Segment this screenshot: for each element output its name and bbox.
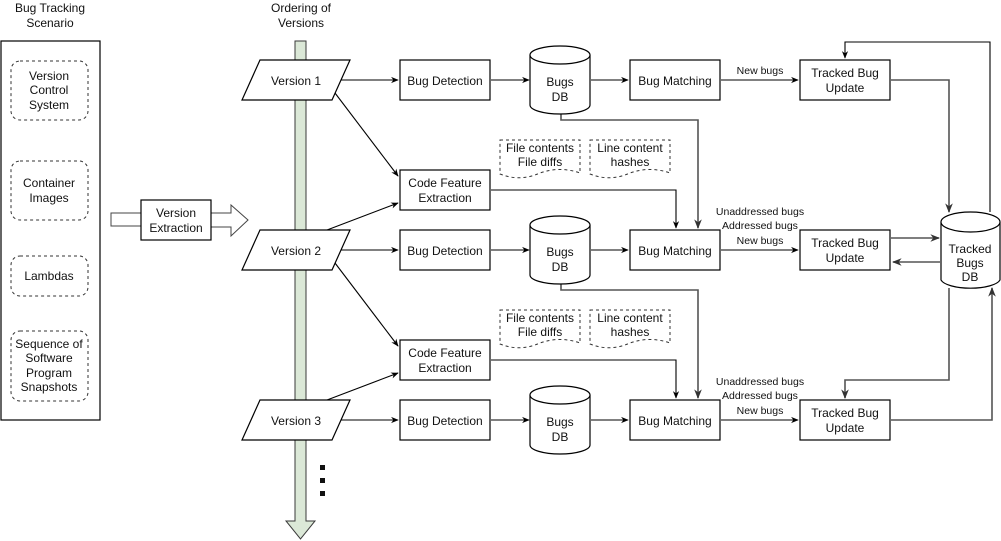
scenario-item-text: Container	[23, 176, 75, 190]
edge-v3-feature-prev	[326, 372, 399, 401]
doc-file-contents-2: File contents File diffs	[499, 309, 581, 349]
code-feature-line1: Code Feature	[408, 346, 482, 360]
edge-v2-feature	[334, 262, 399, 347]
version-1-node: Version 1	[241, 59, 351, 101]
timeline-arrow-down-icon	[284, 40, 317, 540]
tracked-update-line2: Update	[826, 81, 865, 95]
ordering-title-line1: Ordering of	[271, 1, 332, 15]
scenario-item-text: Software	[25, 351, 73, 365]
version-2-node: Version 2	[241, 229, 351, 271]
code-feature-line2: Extraction	[418, 191, 471, 205]
edge-label-new-bugs: New bugs	[737, 65, 784, 77]
edge-update3-trackeddb	[891, 287, 996, 421]
scenario-item-text: Lambdas	[24, 269, 73, 283]
bug-detection-1: Bug Detection	[399, 59, 491, 101]
edge-label-new-bugs: New bugs	[737, 235, 784, 247]
doc-line-hashes-2: Line content hashes	[589, 309, 671, 349]
doc-hash-line1: Line content	[597, 311, 663, 325]
tracked-update-line1: Tracked Bug	[811, 236, 879, 250]
edge-label-addressed-bugs: Addressed bugs	[722, 390, 798, 402]
scenario-item-text: Images	[29, 191, 68, 205]
scenario-title-line1: Bug Tracking	[15, 1, 85, 15]
bugs-db-line1: Bugs	[546, 415, 573, 429]
code-feature-extraction-2: Code Feature Extraction	[399, 339, 491, 381]
edge-label-new-bugs: New bugs	[737, 405, 784, 417]
tracked-update-line2: Update	[826, 421, 865, 435]
version-3-node: Version 3	[241, 399, 351, 441]
version-extraction-line1: Version	[156, 206, 196, 220]
edge-trackeddb-update3	[841, 288, 950, 399]
tracked-bug-update-3: Tracked Bug Update	[799, 399, 891, 441]
tracked-db-line2: Bugs	[956, 256, 983, 270]
bug-detection-label: Bug Detection	[407, 244, 482, 258]
scenario-title-line2: Scenario	[26, 16, 74, 30]
doc-hash-line2: hashes	[611, 155, 650, 169]
doc-line-hashes-1: Line content hashes	[589, 139, 671, 179]
tracked-db-line1: Tracked	[949, 242, 992, 256]
edge-v2-feature-prev	[326, 202, 399, 231]
bugs-db-line1: Bugs	[546, 75, 573, 89]
arrow-tail	[110, 212, 142, 227]
bug-detection-label: Bug Detection	[407, 414, 482, 428]
bugs-db-1-icon: Bugs DB	[529, 45, 591, 115]
version-extraction-line2: Extraction	[149, 221, 202, 235]
version-label: Version 3	[271, 414, 321, 428]
bug-detection-label: Bug Detection	[407, 74, 482, 88]
doc-file-line2: File diffs	[518, 155, 562, 169]
edge-update1-trackeddb	[891, 79, 953, 213]
edge-v1-feature	[334, 92, 399, 177]
doc-file-contents-1: File contents File diffs	[499, 139, 581, 179]
bugs-db-line2: DB	[552, 260, 569, 274]
scenario-item-vcs: Version Control System	[10, 60, 89, 121]
scenario-item-lambdas: Lambdas	[10, 255, 89, 297]
bug-tracking-diagram: Bug Tracking Scenario Version Control Sy…	[0, 1, 1001, 540]
doc-hash-line1: Line content	[597, 141, 663, 155]
bugs-db-line1: Bugs	[546, 245, 573, 259]
bugs-db-line2: DB	[552, 90, 569, 104]
scenario-item-container-images: Container Images	[10, 160, 89, 221]
tracked-bugs-db-icon: Tracked Bugs DB	[940, 211, 1001, 289]
tracked-bug-update-1: Tracked Bug Update	[799, 59, 891, 101]
doc-hash-line2: hashes	[611, 325, 650, 339]
doc-file-line1: File contents	[506, 141, 574, 155]
bug-matching-3: Bug Matching	[629, 399, 721, 441]
version-label: Version 2	[271, 244, 321, 258]
bugs-db-3-icon: Bugs DB	[529, 385, 591, 455]
doc-file-line2: File diffs	[518, 325, 562, 339]
scenario-item-text: Control	[30, 83, 69, 97]
scenario-item-text: Program	[26, 366, 72, 380]
edge-label-unaddressed-bugs: Unaddressed bugs	[716, 206, 804, 218]
code-feature-line1: Code Feature	[408, 176, 482, 190]
version-label: Version 1	[271, 74, 321, 88]
bug-matching-1: Bug Matching	[629, 59, 721, 101]
bug-detection-2: Bug Detection	[399, 229, 491, 271]
tracked-update-line2: Update	[826, 251, 865, 265]
bug-detection-3: Bug Detection	[399, 399, 491, 441]
tracked-db-line3: DB	[962, 270, 979, 284]
block-arrow-right-icon	[211, 203, 249, 238]
scenario-item-snapshots: Sequence of Software Program Snapshots	[10, 330, 89, 402]
bug-matching-2: Bug Matching	[629, 229, 721, 271]
edge-label-addressed-bugs: Addressed bugs	[722, 220, 798, 232]
scenario-item-text: Snapshots	[21, 380, 78, 394]
code-feature-extraction-1: Code Feature Extraction	[399, 169, 491, 211]
bug-matching-label: Bug Matching	[638, 414, 711, 428]
scenario-item-text: Version	[29, 69, 69, 83]
ordering-title-line2: Versions	[278, 16, 324, 30]
ellipsis-icon	[320, 465, 325, 496]
tracked-bug-update-2: Tracked Bug Update	[799, 229, 891, 271]
bugs-db-line2: DB	[552, 430, 569, 444]
bug-matching-label: Bug Matching	[638, 74, 711, 88]
scenario-item-text: Sequence of	[15, 337, 83, 351]
bugs-db-2-icon: Bugs DB	[529, 215, 591, 285]
code-feature-line2: Extraction	[418, 361, 471, 375]
bug-matching-label: Bug Matching	[638, 244, 711, 258]
scenario-item-text: System	[29, 98, 69, 112]
tracked-update-line1: Tracked Bug	[811, 406, 879, 420]
tracked-update-line1: Tracked Bug	[811, 66, 879, 80]
edge-label-unaddressed-bugs: Unaddressed bugs	[716, 376, 804, 388]
doc-file-line1: File contents	[506, 311, 574, 325]
